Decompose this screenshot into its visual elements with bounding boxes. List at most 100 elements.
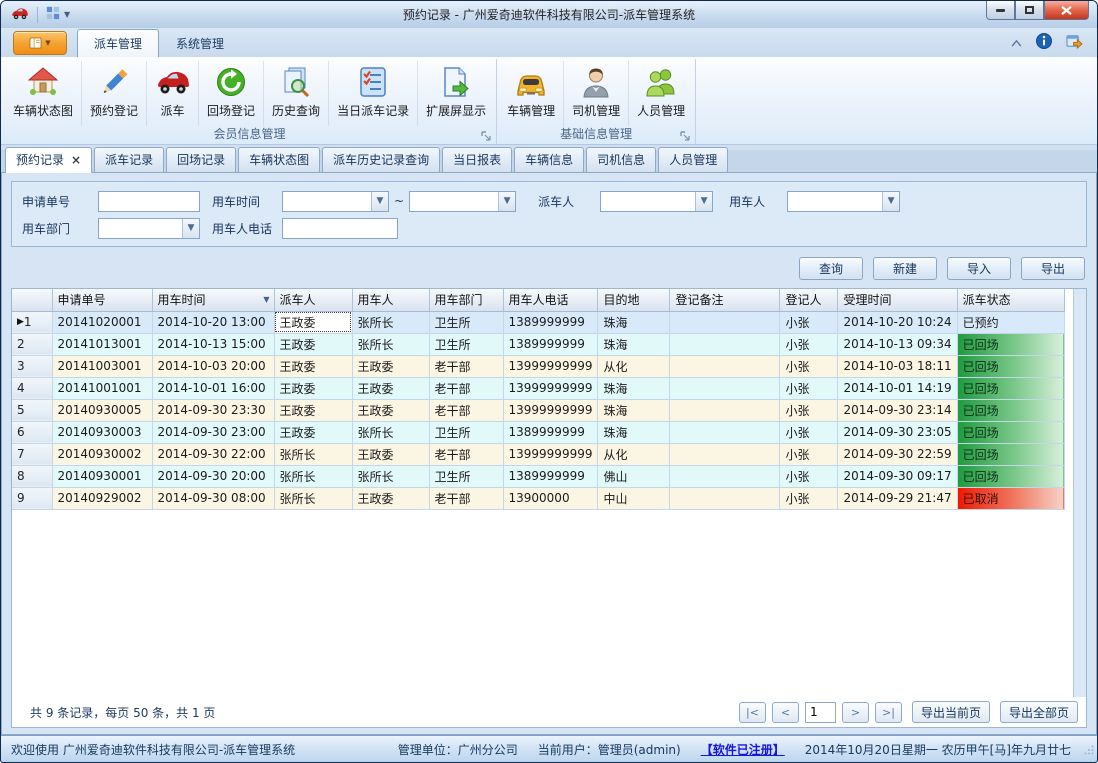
info-icon[interactable] xyxy=(1036,33,1052,52)
cell-accept-time[interactable]: 2014-09-29 21:47 xyxy=(838,487,957,509)
row-number[interactable]: 4 xyxy=(12,377,52,399)
quick-access-grid-icon[interactable] xyxy=(46,6,60,23)
col-header-accept-time[interactable]: 受理时间 xyxy=(838,289,957,311)
use-time-from-combo[interactable]: ▼ xyxy=(282,191,389,212)
row-number[interactable]: 2 xyxy=(12,333,52,355)
user-input[interactable] xyxy=(788,192,882,211)
cell-user[interactable]: 王政委 xyxy=(352,355,429,377)
row-number[interactable]: 3 xyxy=(12,355,52,377)
cell-registrar[interactable]: 小张 xyxy=(780,443,838,465)
cell-destination[interactable]: 珠海 xyxy=(598,333,670,355)
doc-tab-3[interactable]: 车辆状态图 xyxy=(238,147,320,172)
col-header-user[interactable]: 用车人 xyxy=(352,289,429,311)
dept-combo[interactable]: ▼ xyxy=(98,218,200,239)
cell-dept[interactable]: 老干部 xyxy=(429,355,503,377)
cell-accept-time[interactable]: 2014-09-30 22:59 xyxy=(838,443,957,465)
col-header-phone[interactable]: 用车人电话 xyxy=(503,289,598,311)
cell-dispatcher[interactable]: 王政委 xyxy=(274,421,352,443)
table-row-5[interactable]: 5201409300052014-09-30 23:30王政委王政委老干部139… xyxy=(12,399,1064,421)
use-time-to-combo[interactable]: ▼ xyxy=(409,191,516,212)
cell-use-time[interactable]: 2014-10-13 15:00 xyxy=(152,333,274,355)
col-header-registrar[interactable]: 登记人 xyxy=(780,289,838,311)
switch-window-icon[interactable] xyxy=(1066,34,1083,52)
cell-phone[interactable]: 1389999999 xyxy=(503,311,598,333)
title-bar[interactable]: ▼ 预约记录 - 广州爱奇迪软件科技有限公司-派车管理系统 xyxy=(1,1,1097,28)
table-row-6[interactable]: 6201409300032014-09-30 23:00王政委张所长卫生所138… xyxy=(12,421,1064,443)
last-page-button[interactable]: >| xyxy=(875,702,902,723)
cell-order-no[interactable]: 20140930001 xyxy=(52,465,152,487)
row-number[interactable]: 8 xyxy=(12,465,52,487)
chevron-down-icon[interactable]: ▼ xyxy=(882,192,899,211)
import-button[interactable]: 导入 xyxy=(947,257,1011,280)
cell-status[interactable]: 已取消 xyxy=(957,487,1064,509)
col-header-destination[interactable]: 目的地 xyxy=(598,289,670,311)
use-time-to-input[interactable] xyxy=(410,192,498,211)
cell-use-time[interactable]: 2014-09-30 20:00 xyxy=(152,465,274,487)
phone-input[interactable] xyxy=(282,218,398,239)
cell-phone[interactable]: 13999999999 xyxy=(503,377,598,399)
cell-use-time[interactable]: 2014-09-30 22:00 xyxy=(152,443,274,465)
cell-dispatcher[interactable]: 王政委 xyxy=(274,333,352,355)
doc-tab-7[interactable]: 司机信息 xyxy=(586,147,656,172)
application-menu-button[interactable]: ▼ xyxy=(13,31,67,55)
table-row-2[interactable]: 2201410130012014-10-13 15:00王政委张所长卫生所138… xyxy=(12,333,1064,355)
first-page-button[interactable]: |< xyxy=(739,702,766,723)
cell-remark[interactable] xyxy=(670,355,780,377)
cell-status[interactable]: 已回场 xyxy=(957,443,1064,465)
col-header-dept[interactable]: 用车部门 xyxy=(429,289,503,311)
chevron-down-icon[interactable]: ▼ xyxy=(371,192,388,211)
cell-order-no[interactable]: 20141001001 xyxy=(52,377,152,399)
cell-dispatcher[interactable]: 王政委 xyxy=(274,399,352,421)
cell-status[interactable]: 已预约 xyxy=(957,311,1064,333)
cell-order-no[interactable]: 20141003001 xyxy=(52,355,152,377)
cell-use-time[interactable]: 2014-10-20 13:00 xyxy=(152,311,274,333)
cell-phone[interactable]: 1389999999 xyxy=(503,465,598,487)
doc-tab-6[interactable]: 车辆信息 xyxy=(514,147,584,172)
cell-phone[interactable]: 1389999999 xyxy=(503,333,598,355)
cell-user[interactable]: 张所长 xyxy=(352,421,429,443)
cell-user[interactable]: 王政委 xyxy=(352,487,429,509)
ribbon-button-vehicle-status-map[interactable]: 车辆状态图 xyxy=(5,61,82,126)
ribbon-button-driver-management[interactable]: 司机管理 xyxy=(564,61,629,126)
ribbon-tab-dispatch[interactable]: 派车管理 xyxy=(77,29,159,57)
cell-registrar[interactable]: 小张 xyxy=(780,311,838,333)
row-number[interactable]: 9 xyxy=(12,487,52,509)
cell-phone[interactable]: 1389999999 xyxy=(503,421,598,443)
cell-phone[interactable]: 13900000 xyxy=(503,487,598,509)
cell-destination[interactable]: 珠海 xyxy=(598,311,670,333)
doc-tab-5[interactable]: 当日报表 xyxy=(442,147,512,172)
export-all-pages-button[interactable]: 导出全部页 xyxy=(1000,701,1078,723)
new-button[interactable]: 新建 xyxy=(873,257,937,280)
table-row-8[interactable]: 8201409300012014-09-30 20:00张所长张所长卫生所138… xyxy=(12,465,1064,487)
cell-dept[interactable]: 老干部 xyxy=(429,377,503,399)
page-number-input[interactable] xyxy=(805,702,836,723)
cell-use-time[interactable]: 2014-09-30 23:00 xyxy=(152,421,274,443)
table-row-7[interactable]: 7201409300022014-09-30 22:00张所长王政委老干部139… xyxy=(12,443,1064,465)
ribbon-button-history-query[interactable]: 历史查询 xyxy=(264,61,329,126)
cell-dispatcher[interactable]: 王政委 xyxy=(274,311,352,333)
col-header-dispatcher[interactable]: 派车人 xyxy=(274,289,352,311)
cell-status[interactable]: 已回场 xyxy=(957,355,1064,377)
collapse-ribbon-chevron-icon[interactable] xyxy=(1011,36,1022,50)
cell-remark[interactable] xyxy=(670,421,780,443)
cell-dept[interactable]: 老干部 xyxy=(429,487,503,509)
chevron-down-icon[interactable]: ▼ xyxy=(695,192,712,211)
cell-registrar[interactable]: 小张 xyxy=(780,333,838,355)
doc-tab-1[interactable]: 派车记录 xyxy=(94,147,164,172)
cell-registrar[interactable]: 小张 xyxy=(780,421,838,443)
cell-user[interactable]: 王政委 xyxy=(352,377,429,399)
cell-registrar[interactable]: 小张 xyxy=(780,465,838,487)
cell-order-no[interactable]: 20141013001 xyxy=(52,333,152,355)
cell-accept-time[interactable]: 2014-10-13 09:34 xyxy=(838,333,957,355)
doc-tab-8[interactable]: 人员管理 xyxy=(658,147,728,172)
cell-destination[interactable]: 珠海 xyxy=(598,399,670,421)
ribbon-button-vehicle-management[interactable]: 车辆管理 xyxy=(499,61,564,126)
cell-dispatcher[interactable]: 王政委 xyxy=(274,377,352,399)
cell-status[interactable]: 已回场 xyxy=(957,421,1064,443)
cell-dept[interactable]: 卫生所 xyxy=(429,333,503,355)
table-row-4[interactable]: 4201410010012014-10-01 16:00王政委王政委老干部139… xyxy=(12,377,1064,399)
cell-accept-time[interactable]: 2014-10-20 10:24 xyxy=(838,311,957,333)
cell-status[interactable]: 已回场 xyxy=(957,465,1064,487)
cell-remark[interactable] xyxy=(670,399,780,421)
cell-dispatcher[interactable]: 张所长 xyxy=(274,487,352,509)
